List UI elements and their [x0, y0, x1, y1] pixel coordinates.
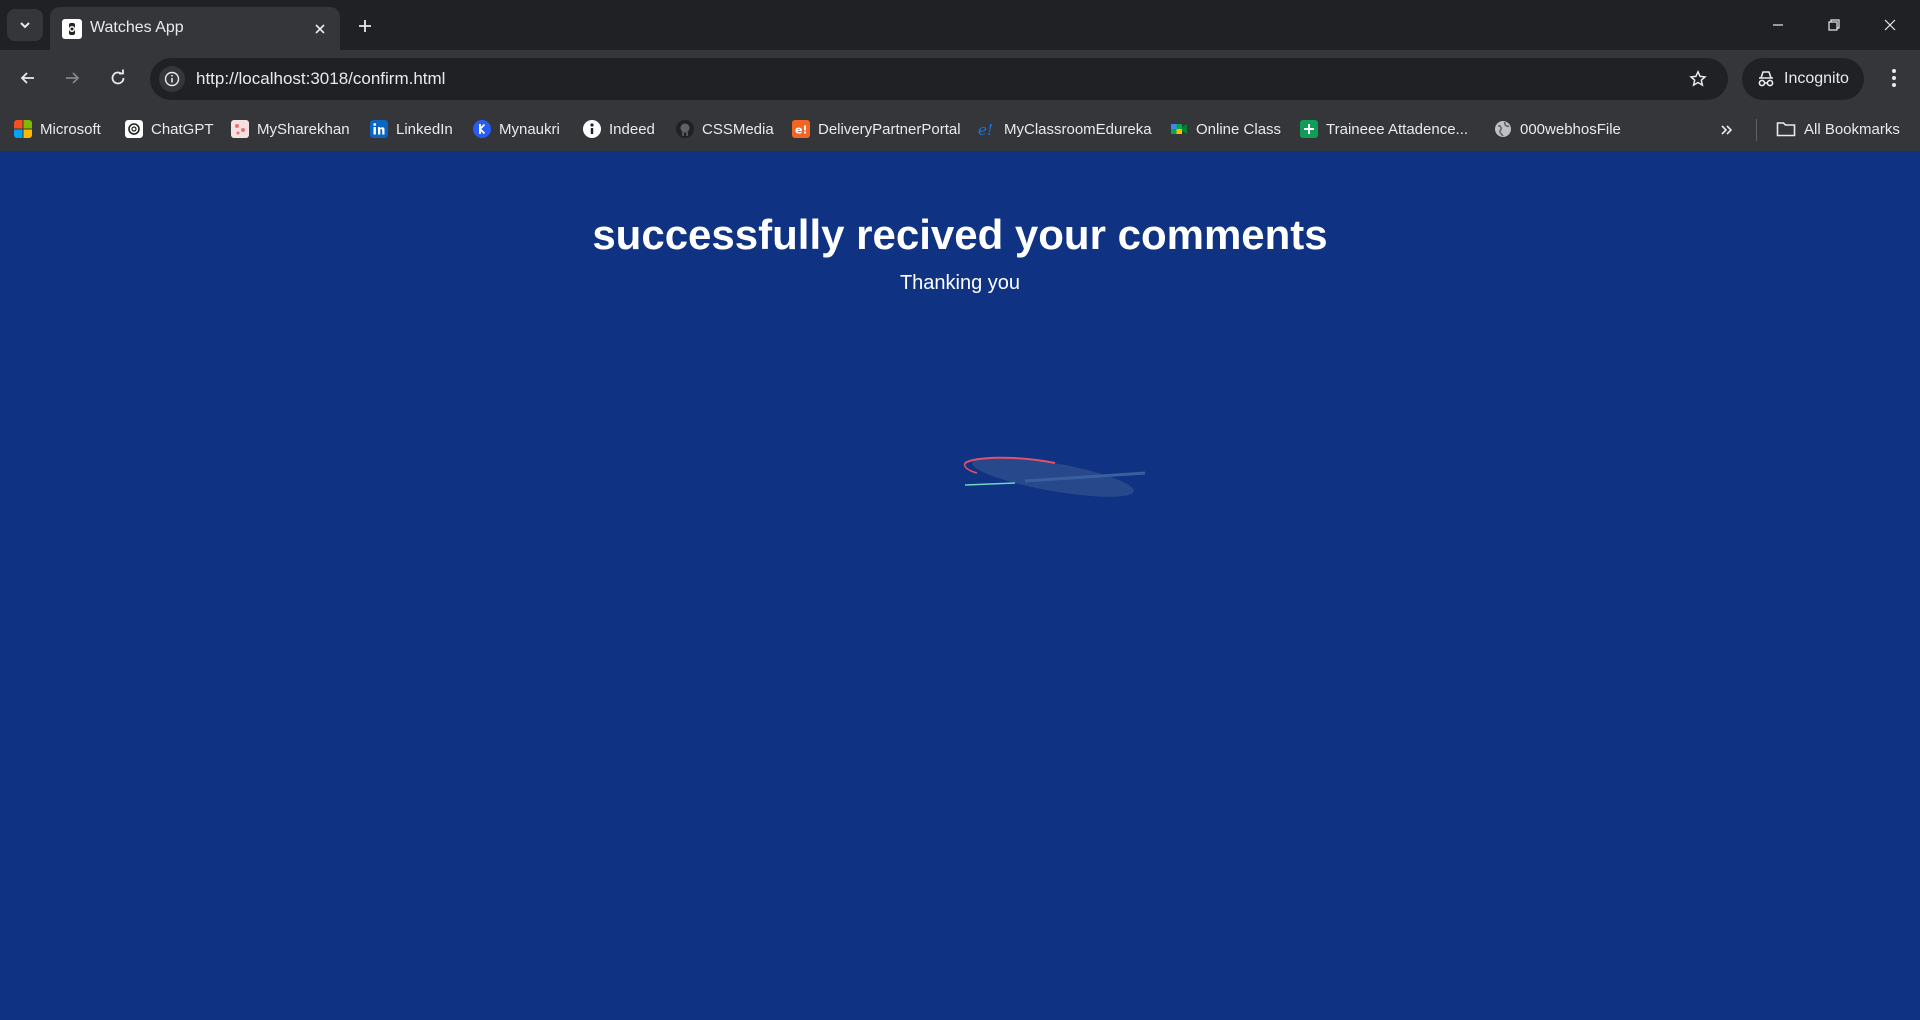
close-window-button[interactable] — [1862, 0, 1918, 50]
close-tab-button[interactable] — [308, 17, 332, 41]
bookmark-mysharekhan[interactable]: MySharekhan — [231, 116, 350, 142]
bookmarks-divider — [1756, 119, 1757, 141]
arrow-left-icon — [20, 72, 34, 84]
new-tab-button[interactable] — [350, 11, 380, 41]
bookmark-deliverypartnerportal[interactable]: e! DeliveryPartnerPortal — [792, 116, 961, 142]
bookmark-label: Mynaukri — [499, 120, 560, 138]
bookmark-label: Online Class — [1196, 120, 1282, 138]
bookmark-000webhosfile[interactable]: 000webhosFile — [1494, 116, 1621, 142]
edureka-icon: e! — [978, 121, 993, 138]
forward-button[interactable] — [56, 62, 88, 94]
toolbar: http://localhost:3018/confirm.html Incog… — [0, 50, 1920, 107]
sharekhan-icon — [231, 120, 249, 138]
bookmark-microsoft[interactable]: Microsoft — [14, 116, 101, 142]
all-bookmarks-label: All Bookmarks — [1804, 120, 1900, 138]
spinning-disc-graphic — [963, 456, 1146, 497]
page-subheading: Thanking you — [899, 272, 1021, 294]
reload-icon — [111, 69, 125, 85]
close-icon — [315, 24, 325, 34]
indeed-icon — [583, 120, 601, 138]
bookmark-indeed[interactable]: Indeed — [583, 116, 655, 142]
linkedin-icon — [370, 120, 388, 138]
github-icon — [676, 120, 694, 138]
bookmark-mynaukri[interactable]: Mynaukri — [473, 116, 560, 142]
bookmark-label: LinkedIn — [396, 120, 453, 138]
chevron-down-icon — [20, 22, 30, 29]
bookmark-trainee-attendance[interactable]: Traineee Attadence... — [1300, 116, 1468, 142]
back-button[interactable] — [12, 62, 44, 94]
bookmark-label: 000webhosFile — [1520, 120, 1621, 138]
page-heading: successfully recived your comments — [592, 211, 1328, 258]
tab-search-button[interactable] — [7, 9, 43, 41]
bookmark-label: Traineee Attadence... — [1326, 120, 1469, 138]
site-info-icon[interactable] — [159, 66, 185, 92]
incognito-label: Incognito — [1784, 70, 1849, 87]
bookmark-label: Indeed — [609, 120, 655, 138]
incognito-indicator[interactable]: Incognito — [1742, 58, 1864, 100]
plus-icon — [359, 20, 371, 32]
chatgpt-icon — [125, 120, 143, 138]
bookmarks-overflow-button[interactable] — [1715, 118, 1739, 142]
incognito-icon — [1758, 71, 1774, 87]
restore-button[interactable] — [1806, 0, 1862, 50]
folder-icon — [1776, 122, 1796, 137]
address-bar[interactable]: http://localhost:3018/confirm.html — [150, 58, 1728, 100]
tab-strip: Watches App — [0, 0, 1920, 50]
url-text[interactable]: http://localhost:3018/confirm.html — [196, 69, 445, 89]
bookmark-label: CSSMedia — [702, 120, 774, 138]
globe-icon — [1495, 121, 1511, 137]
bookmark-label: DeliveryPartnerPortal — [818, 120, 961, 138]
restore-icon — [1828, 19, 1840, 31]
page-content: successfully recived your comments Thank… — [0, 151, 1920, 1020]
double-chevron-right-icon — [1721, 125, 1733, 135]
sheets-icon — [1300, 120, 1318, 138]
bookmark-chatgpt[interactable]: ChatGPT — [125, 116, 214, 142]
close-icon — [1884, 19, 1896, 31]
bookmark-label: MySharekhan — [257, 120, 350, 138]
bookmark-star-icon[interactable] — [1686, 67, 1710, 91]
watch-icon — [62, 19, 82, 39]
bookmarks-bar: Microsoft ChatGPT MySharekhan LinkedIn M… — [0, 107, 1920, 151]
bookmark-online-class[interactable]: Online Class — [1170, 116, 1281, 142]
bookmark-label: MyClassroomEdureka — [1004, 120, 1152, 138]
tab-title: Watches App — [90, 19, 184, 36]
browser-menu-button[interactable] — [1880, 62, 1908, 94]
bookmark-cssmedia[interactable]: CSSMedia — [676, 116, 774, 142]
minimize-button[interactable] — [1750, 0, 1806, 50]
reload-button[interactable] — [102, 62, 134, 94]
bookmark-myclassroomedureka[interactable]: e! MyClassroomEdureka — [978, 116, 1152, 142]
microsoft-icon — [14, 120, 32, 138]
svg-text:e!: e! — [978, 121, 993, 138]
bookmark-linkedin[interactable]: LinkedIn — [370, 116, 453, 142]
arrow-right-icon — [66, 72, 80, 84]
bookmark-label: Microsoft — [40, 120, 101, 138]
all-bookmarks-button[interactable]: All Bookmarks — [1776, 116, 1900, 142]
svg-text:e!: e! — [795, 124, 807, 137]
edureka-e-icon: e! — [792, 120, 810, 138]
bookmark-label: ChatGPT — [151, 120, 214, 138]
google-meet-icon — [1171, 124, 1187, 134]
naukri-icon — [473, 120, 491, 138]
minimize-icon — [1773, 24, 1783, 26]
tab-watches-app[interactable]: Watches App — [50, 7, 340, 50]
more-vert-icon — [1892, 69, 1896, 87]
